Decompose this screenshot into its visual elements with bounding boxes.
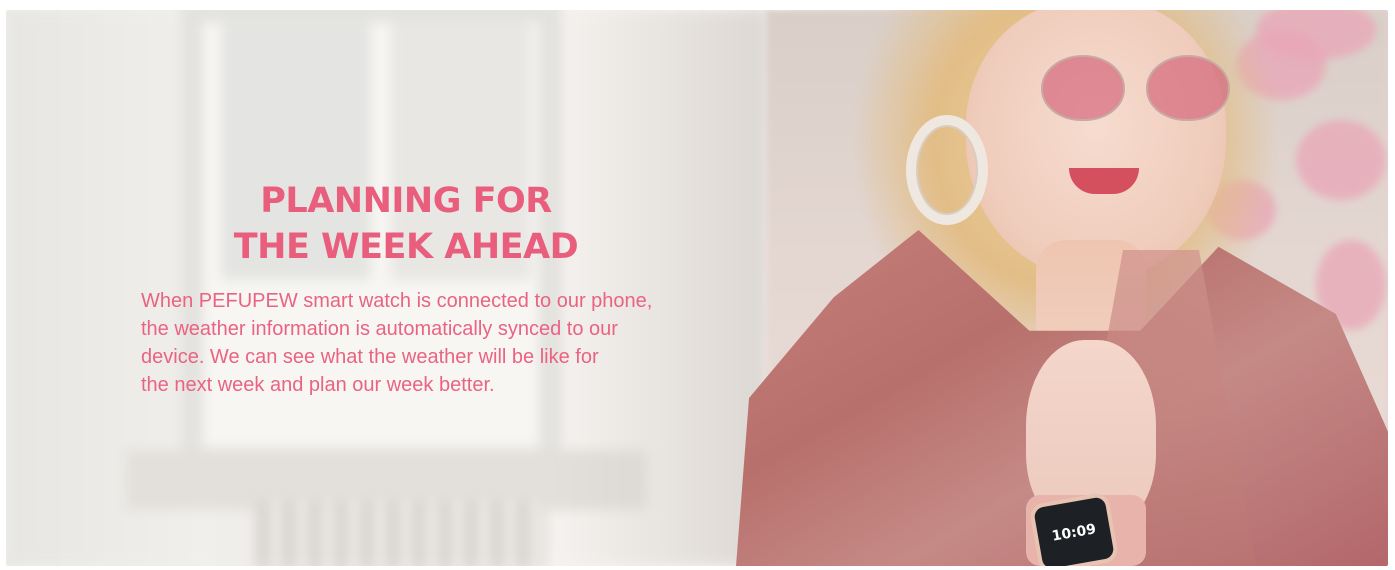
description-line-3: device. We can see what the weather will… [141,346,599,368]
description-line-4: the next week and plan our week better. [141,374,495,396]
headline-line-2: THE WEEK AHEAD [233,227,579,267]
headline-line-1: PLANNING FOR [260,181,552,221]
product-banner: 10:09 PLANNING FOR THE WEEK AHEAD When P… [6,10,1388,566]
smartwatch: 10:09 [1028,491,1120,566]
banner-headline: PLANNING FOR THE WEEK AHEAD [211,178,601,270]
earring [906,115,988,225]
woman-wearing-smartwatch-photo: 10:09 [736,10,1388,566]
description-line-2: the weather information is automatically… [141,318,618,340]
description-line-1: When PEFUPEW smart watch is connected to… [141,290,653,312]
banner-description: When PEFUPEW smart watch is connected to… [141,287,721,399]
watch-time: 10:09 [1050,521,1098,545]
